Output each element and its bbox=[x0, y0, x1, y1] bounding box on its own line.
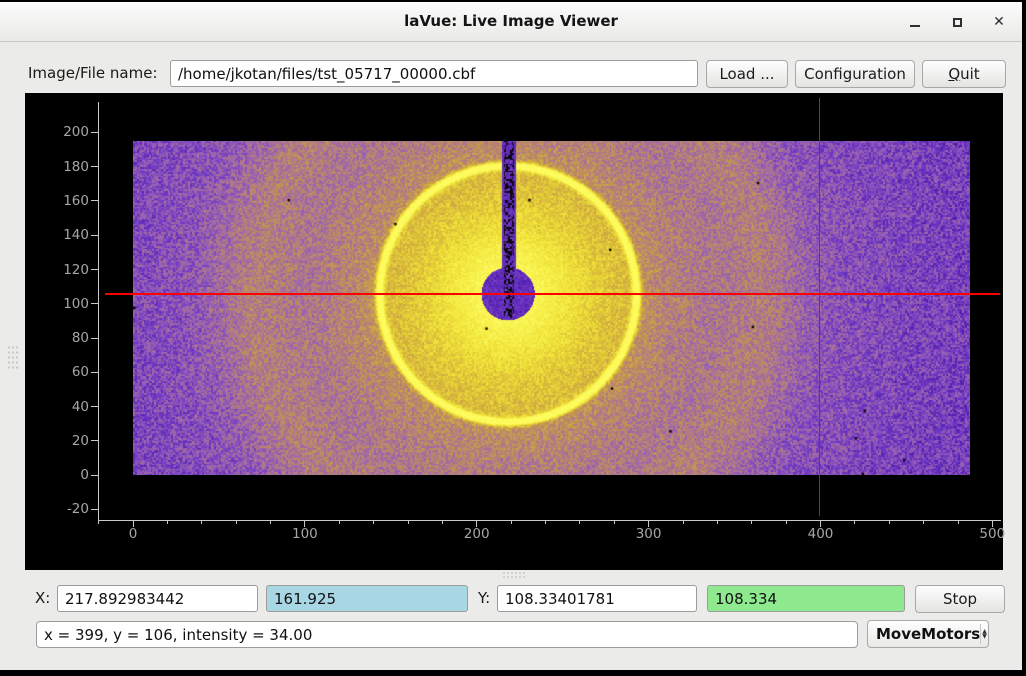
quit-button[interactable]: Quit bbox=[922, 60, 1006, 88]
maximize-button[interactable] bbox=[948, 13, 966, 31]
titlebar: laVue: Live Image Viewer ✕ bbox=[0, 2, 1022, 42]
x-axis bbox=[98, 520, 1001, 521]
close-icon: ✕ bbox=[993, 15, 1005, 29]
x-motor-position[interactable] bbox=[266, 585, 468, 612]
y-position-input[interactable] bbox=[497, 585, 697, 612]
x-label: X: bbox=[35, 585, 50, 612]
load-button[interactable]: Load ... bbox=[706, 60, 788, 88]
x-position-input[interactable] bbox=[57, 585, 258, 612]
crosshair-vertical[interactable] bbox=[819, 98, 821, 516]
window-edge-top bbox=[0, 0, 1026, 2]
y-axis bbox=[98, 102, 99, 521]
configuration-button[interactable]: Configuration bbox=[795, 60, 915, 88]
file-name-label: Image/File name: bbox=[28, 60, 158, 87]
maximize-icon bbox=[953, 18, 962, 27]
desktop: { "window": { "title": "laVue: Live Imag… bbox=[0, 0, 1026, 676]
window-controls: ✕ bbox=[906, 2, 1008, 42]
pixel-info-field[interactable] bbox=[36, 621, 858, 648]
y-motor-position[interactable] bbox=[707, 585, 905, 612]
splitter-grip-left[interactable] bbox=[7, 345, 19, 370]
combo-label: MoveMotors bbox=[868, 625, 980, 643]
window-title: laVue: Live Image Viewer bbox=[0, 12, 1022, 30]
minimize-icon bbox=[910, 25, 920, 28]
file-name-input[interactable] bbox=[170, 60, 698, 87]
combo-arrows-icon: ▲ ▼ bbox=[980, 624, 988, 644]
minimize-button[interactable] bbox=[906, 13, 924, 31]
spin-down-icon: ▼ bbox=[982, 634, 987, 639]
splitter-grip-bottom[interactable] bbox=[502, 571, 526, 578]
window-edge-right bbox=[1022, 0, 1026, 676]
move-motors-combobox[interactable]: MoveMotors ▲ ▼ bbox=[867, 620, 989, 648]
window-edge-bottom bbox=[0, 670, 1026, 676]
crosshair-horizontal[interactable] bbox=[105, 293, 1000, 295]
close-button[interactable]: ✕ bbox=[990, 13, 1008, 31]
plot-area[interactable]: -200204060801001201401601802000100200300… bbox=[25, 93, 1003, 570]
diffraction-image bbox=[133, 141, 970, 475]
y-label: Y: bbox=[478, 585, 490, 612]
stop-button[interactable]: Stop bbox=[915, 585, 1005, 613]
